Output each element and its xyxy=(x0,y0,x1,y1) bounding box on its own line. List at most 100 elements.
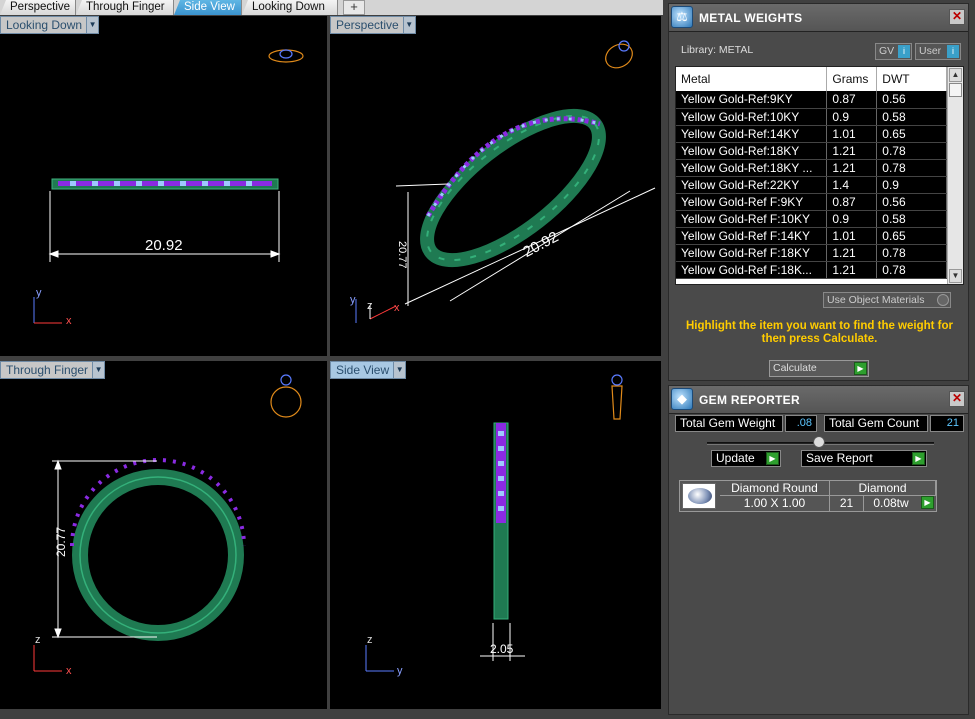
table-row[interactable]: Yellow Gold-Ref:9KY 0.87 0.56 xyxy=(676,91,947,109)
gem-list-item[interactable]: Diamond Round 1.00 X 1.00 Diamond 21 0.0… xyxy=(679,480,937,512)
column-header-metal[interactable]: Metal xyxy=(676,67,828,91)
dimension-label: 20.77 xyxy=(54,527,68,557)
update-button[interactable]: Update ▶ xyxy=(711,450,781,467)
table-row[interactable]: Yellow Gold-Ref F:18K... 1.21 0.78 xyxy=(676,261,947,279)
metal-table[interactable]: Metal Grams DWT Yellow Gold-Ref:9KY 0.87 0… xyxy=(675,66,964,285)
use-object-materials-toggle[interactable]: Use Object Materials xyxy=(823,292,951,308)
table-row[interactable]: Yellow Gold-Ref F:10KY 0.9 0.58 xyxy=(676,210,947,228)
svg-text:z: z xyxy=(35,634,41,646)
metal-name-cell: Yellow Gold-Ref:9KY xyxy=(676,91,828,109)
dwt-cell: 0.56 xyxy=(876,91,947,109)
scale-icon: ⚖ xyxy=(671,6,693,28)
ring-preview-icon xyxy=(611,374,623,420)
size-slider-knob[interactable] xyxy=(813,436,825,448)
dwt-cell: 0.78 xyxy=(876,159,947,177)
table-scrollbar[interactable]: ▲ ▼ xyxy=(947,67,963,284)
play-icon: ▶ xyxy=(854,362,867,375)
grams-cell: 1.21 xyxy=(826,142,878,160)
info-icon: i xyxy=(947,45,959,58)
grams-cell: 0.87 xyxy=(826,193,878,211)
dimension-label-short: 20.77 xyxy=(396,241,408,269)
library-label: Library: METAL xyxy=(681,44,754,56)
grams-cell: 1.21 xyxy=(826,159,878,177)
ring-front-view xyxy=(70,458,246,641)
gv-toggle[interactable]: GV i xyxy=(875,43,912,60)
chevron-down-icon: ▼ xyxy=(92,362,105,378)
svg-text:x: x xyxy=(394,302,400,314)
table-row[interactable]: Yellow Gold-Ref F:18KY 1.21 0.78 xyxy=(676,244,947,262)
dwt-cell: 0.56 xyxy=(876,193,947,211)
grams-cell: 1.4 xyxy=(826,176,878,194)
add-tab-button[interactable]: + xyxy=(343,0,365,15)
play-icon: ▶ xyxy=(912,452,925,465)
tab-through-finger[interactable]: Through Finger xyxy=(76,0,174,15)
dwt-cell: 0.9 xyxy=(876,176,947,194)
total-gem-weight-value: .08 xyxy=(785,415,817,432)
grams-cell: 1.01 xyxy=(826,227,878,245)
dwt-cell: 0.78 xyxy=(876,142,947,160)
radio-icon xyxy=(937,294,949,306)
table-row[interactable]: Yellow Gold-Ref:10KY 0.9 0.58 xyxy=(676,108,947,126)
viewport-menu-through-finger[interactable]: Through Finger ▼ xyxy=(0,361,106,379)
gem-material: Diamond xyxy=(830,481,936,496)
scroll-down-icon[interactable]: ▼ xyxy=(949,269,962,283)
axis-gizmo: z x xyxy=(33,634,72,677)
metal-name-cell: Yellow Gold-Ref F:14KY xyxy=(676,227,828,245)
user-toggle[interactable]: User i xyxy=(915,43,961,60)
total-gem-weight-label: Total Gem Weight xyxy=(675,415,783,432)
total-gem-count-value: 21 xyxy=(930,415,964,432)
ring-preview-icon xyxy=(270,374,302,418)
metal-name-cell: Yellow Gold-Ref F:18K... xyxy=(676,261,828,279)
view-tab-bar: Perspective Through Finger Side View Loo… xyxy=(0,0,663,15)
calculate-button[interactable]: Calculate ▶ xyxy=(769,360,869,377)
scroll-up-icon[interactable]: ▲ xyxy=(949,68,962,82)
info-icon: i xyxy=(898,45,910,58)
viewport-side-view[interactable]: 2.05 z y Side View ▼ xyxy=(330,361,661,709)
metal-name-cell: Yellow Gold-Ref F:10KY xyxy=(676,210,828,228)
gem-reporter-header: ◆ GEM REPORTER ✕ xyxy=(669,386,968,414)
table-row[interactable]: Yellow Gold-Ref:18KY ... 1.21 0.78 xyxy=(676,159,947,177)
axis-gizmo: z y xyxy=(365,634,403,677)
viewport-menu-side-view[interactable]: Side View ▼ xyxy=(330,361,407,379)
table-row[interactable]: Yellow Gold-Ref F:14KY 1.01 0.65 xyxy=(676,227,947,245)
dwt-cell: 0.58 xyxy=(876,210,947,228)
app-window: Perspective Through Finger Side View Loo… xyxy=(0,0,975,719)
viewport-menu-looking-down[interactable]: Looking Down ▼ xyxy=(0,16,100,34)
column-header-dwt[interactable]: DWT xyxy=(876,67,947,91)
metal-name-cell: Yellow Gold-Ref:18KY ... xyxy=(676,159,828,177)
close-icon[interactable]: ✕ xyxy=(949,9,965,25)
dimension-label: 20.92 xyxy=(145,237,183,254)
grams-cell: 0.87 xyxy=(826,91,878,109)
svg-text:y: y xyxy=(397,665,403,677)
viewport-perspective[interactable]: 20.92 20.77 y z x Perspective ▼ xyxy=(330,16,661,356)
ring-preview-icon xyxy=(268,49,304,63)
instruction-text: Highlight the item you want to find the … xyxy=(685,320,954,345)
tab-looking-down[interactable]: Looking Down xyxy=(242,0,338,15)
tab-side-view[interactable]: Side View xyxy=(174,0,242,15)
viewport-through-finger[interactable]: 20.77 z x Through Finger ▼ xyxy=(0,361,327,709)
table-row[interactable]: Yellow Gold-Ref F:9KY 0.87 0.56 xyxy=(676,193,947,211)
ring-perspective xyxy=(420,108,606,268)
ring-preview-icon xyxy=(605,40,633,69)
table-row[interactable]: Yellow Gold-Ref:14KY 1.01 0.65 xyxy=(676,125,947,143)
svg-text:y: y xyxy=(36,287,42,299)
save-report-button[interactable]: Save Report ▶ xyxy=(801,450,927,467)
column-header-grams[interactable]: Grams xyxy=(826,67,878,91)
metal-name-cell: Yellow Gold-Ref:10KY xyxy=(676,108,828,126)
svg-text:x: x xyxy=(66,315,72,327)
table-row[interactable]: Yellow Gold-Ref:18KY 1.21 0.78 xyxy=(676,142,947,160)
table-row[interactable]: Yellow Gold-Ref:22KY 1.4 0.9 xyxy=(676,176,947,194)
play-icon: ▶ xyxy=(766,452,779,465)
scroll-thumb[interactable] xyxy=(949,83,962,97)
gem-row-top-view xyxy=(58,181,272,186)
chevron-down-icon: ▼ xyxy=(393,362,406,378)
grams-cell: 0.9 xyxy=(826,210,878,228)
gem-name: Diamond Round xyxy=(720,481,830,496)
play-icon[interactable]: ▶ xyxy=(921,496,934,509)
viewport-menu-perspective[interactable]: Perspective ▼ xyxy=(330,16,416,34)
tab-perspective[interactable]: Perspective xyxy=(0,0,76,15)
metal-name-cell: Yellow Gold-Ref F:18KY xyxy=(676,244,828,262)
viewport-looking-down[interactable]: 20.92 y x Looking Down ▼ xyxy=(0,16,327,356)
metal-name-cell: Yellow Gold-Ref:18KY xyxy=(676,142,828,160)
close-icon[interactable]: ✕ xyxy=(949,391,965,407)
